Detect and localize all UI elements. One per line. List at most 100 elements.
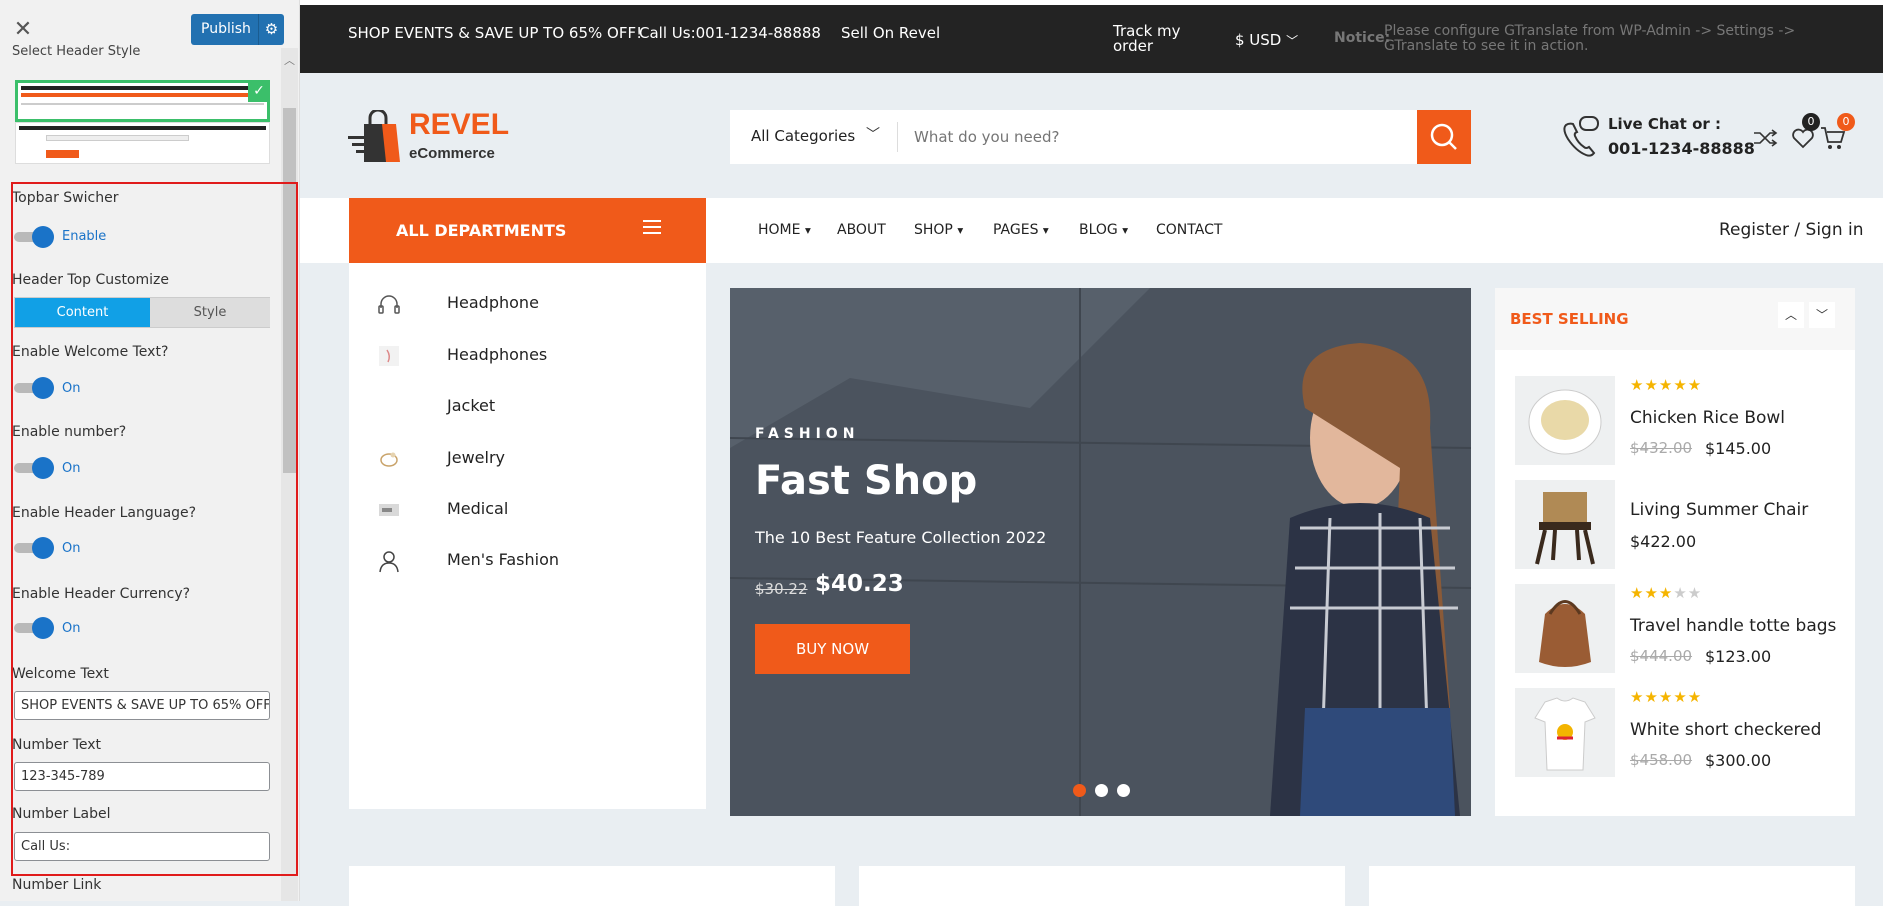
search-icon (1430, 123, 1457, 150)
product-image (1515, 688, 1615, 777)
search-bar: All Categories ﹀ (730, 110, 1471, 164)
department-label: Medical (447, 499, 509, 518)
product-card[interactable] (859, 866, 1345, 906)
live-chat-label: Live Chat or : (1608, 115, 1721, 133)
caret-down-icon: ▾ (957, 223, 964, 237)
best-selling-header: BEST SELLING ︿ ﹀ (1495, 288, 1855, 350)
caret-down-icon: ▾ (804, 223, 811, 237)
product-card[interactable] (1369, 866, 1855, 906)
nav-pages-label: PAGES (993, 222, 1039, 238)
close-icon[interactable]: ✕ (8, 14, 38, 46)
track-order-line2: order (1113, 37, 1153, 55)
search-divider (897, 122, 898, 152)
chevron-down-icon[interactable]: ﹀ (1809, 302, 1835, 328)
mens-fashion-icon (379, 551, 399, 573)
product-image (1515, 480, 1615, 569)
product-old-price: $458.00 (1630, 751, 1693, 769)
product-item[interactable]: ★★★★★ White short checkered $458.00 $300… (1515, 688, 1845, 780)
product-name: Travel handle totte bags (1630, 616, 1837, 636)
sell-link[interactable]: Sell On Revel (841, 24, 940, 42)
banner-kicker: FASHION (755, 426, 860, 442)
medical-icon (379, 504, 399, 516)
department-label: Headphones (447, 345, 548, 364)
signin-link[interactable]: Sign in (1806, 220, 1864, 240)
highlight-box (11, 182, 298, 876)
product-item[interactable]: Living Summer Chair $422.00 (1515, 480, 1845, 572)
chevron-down-icon: ﹀ (1286, 34, 1299, 48)
department-label: Headphone (447, 293, 539, 312)
banner-new-price: $40.23 (815, 571, 904, 597)
banner-subtitle: The 10 Best Feature Collection 2022 (755, 528, 1047, 547)
cart-count-badge: 0 (1837, 113, 1855, 131)
notice-label: Notice: (1334, 30, 1391, 46)
nav-home[interactable]: HOME ▾ (758, 222, 811, 238)
currency-select[interactable]: $ USD ﹀ (1235, 31, 1298, 49)
caret-down-icon: ▾ (1122, 223, 1129, 237)
notice-message: Please configure GTranslate from WP-Admi… (1384, 23, 1796, 54)
product-price: $145.00 (1705, 439, 1772, 458)
all-departments-label: ALL DEPARTMENTS (396, 221, 567, 240)
account-divider: / (1794, 220, 1801, 240)
product-image (1515, 584, 1615, 673)
all-departments-button[interactable]: ALL DEPARTMENTS (349, 198, 706, 263)
compare-icon[interactable] (1752, 125, 1778, 151)
departments-list: Headphone Headphones Jacket Jewelry Medi… (349, 263, 706, 809)
header-style-option-1[interactable]: ✓ (15, 80, 270, 122)
rating-stars: ★★★★★ (1630, 688, 1703, 706)
product-item[interactable]: ★★★★★ Chicken Rice Bowl $432.00 $145.00 (1515, 376, 1845, 468)
banner-old-price: $30.22 (755, 580, 808, 598)
headphones-thumbnail-icon (379, 346, 399, 366)
hamburger-icon (643, 220, 661, 234)
rating-stars: ★★★★★ (1630, 584, 1703, 602)
site-preview: SHOP EVENTS & SAVE UP TO 65% OFF! Call U… (300, 0, 1883, 906)
product-item[interactable]: ★★★★★ Travel handle totte bags $444.00 $… (1515, 584, 1845, 676)
publish-button[interactable]: Publish ⚙ (191, 14, 284, 45)
phone-chat-icon (1563, 116, 1599, 157)
gear-icon[interactable]: ⚙ (258, 14, 284, 45)
chevron-down-icon[interactable]: ﹀ (866, 124, 880, 144)
publish-label: Publish (201, 21, 251, 37)
header-style-option-2[interactable] (15, 122, 270, 164)
nav-home-label: HOME (758, 222, 801, 238)
product-card[interactable] (349, 866, 835, 906)
checkmark-icon: ✓ (248, 80, 270, 102)
search-input[interactable] (914, 123, 1394, 151)
site-header: REVEL eCommerce All Categories ﹀ Live Ch… (300, 73, 1883, 198)
department-label: Jewelry (447, 448, 505, 467)
nav-about[interactable]: ABOUT (837, 222, 886, 238)
search-button[interactable] (1417, 110, 1471, 164)
carousel-dot-active[interactable] (1073, 784, 1086, 797)
account-links: Register / Sign in (1719, 220, 1864, 240)
buy-now-button[interactable]: BUY NOW (755, 624, 910, 674)
product-name: Living Summer Chair (1630, 500, 1809, 520)
product-image (1515, 376, 1615, 465)
nav-pages[interactable]: PAGES ▾ (993, 222, 1049, 238)
product-price: $300.00 (1705, 751, 1772, 770)
call-us-link[interactable]: Call Us:001-1234-88888 (639, 24, 821, 42)
headphone-icon (378, 295, 400, 314)
department-label: Jacket (447, 396, 496, 415)
header-phone[interactable]: 001-1234-88888 (1608, 139, 1755, 158)
carousel-dot[interactable] (1095, 784, 1108, 797)
nav-contact[interactable]: CONTACT (1156, 222, 1222, 238)
product-price: $123.00 (1705, 647, 1772, 666)
shopping-bag-icon (348, 110, 400, 162)
section-heading: Select Header Style (12, 44, 141, 59)
nav-blog-label: BLOG (1079, 222, 1118, 238)
logo[interactable]: REVEL eCommerce (348, 108, 509, 168)
currency-value: $ USD (1235, 31, 1282, 49)
chevron-up-icon[interactable]: ︿ (284, 52, 295, 68)
chevron-up-icon[interactable]: ︿ (1778, 302, 1804, 328)
carousel-dot[interactable] (1117, 784, 1130, 797)
product-old-price: $432.00 (1630, 439, 1693, 457)
caret-down-icon: ▾ (1042, 223, 1049, 237)
category-select[interactable]: All Categories (751, 127, 855, 145)
track-order-link[interactable]: Track my order (1113, 24, 1181, 54)
nav-blog[interactable]: BLOG ▾ (1079, 222, 1128, 238)
nav-shop[interactable]: SHOP ▾ (914, 222, 963, 238)
register-link[interactable]: Register (1719, 220, 1789, 240)
banner-photo (730, 288, 1471, 816)
customizer-panel: ✕ Publish ⚙ Select Header Style ✓ ︿ Topb… (0, 0, 300, 901)
wishlist-count-badge: 0 (1802, 113, 1820, 131)
product-name: Chicken Rice Bowl (1630, 408, 1786, 428)
